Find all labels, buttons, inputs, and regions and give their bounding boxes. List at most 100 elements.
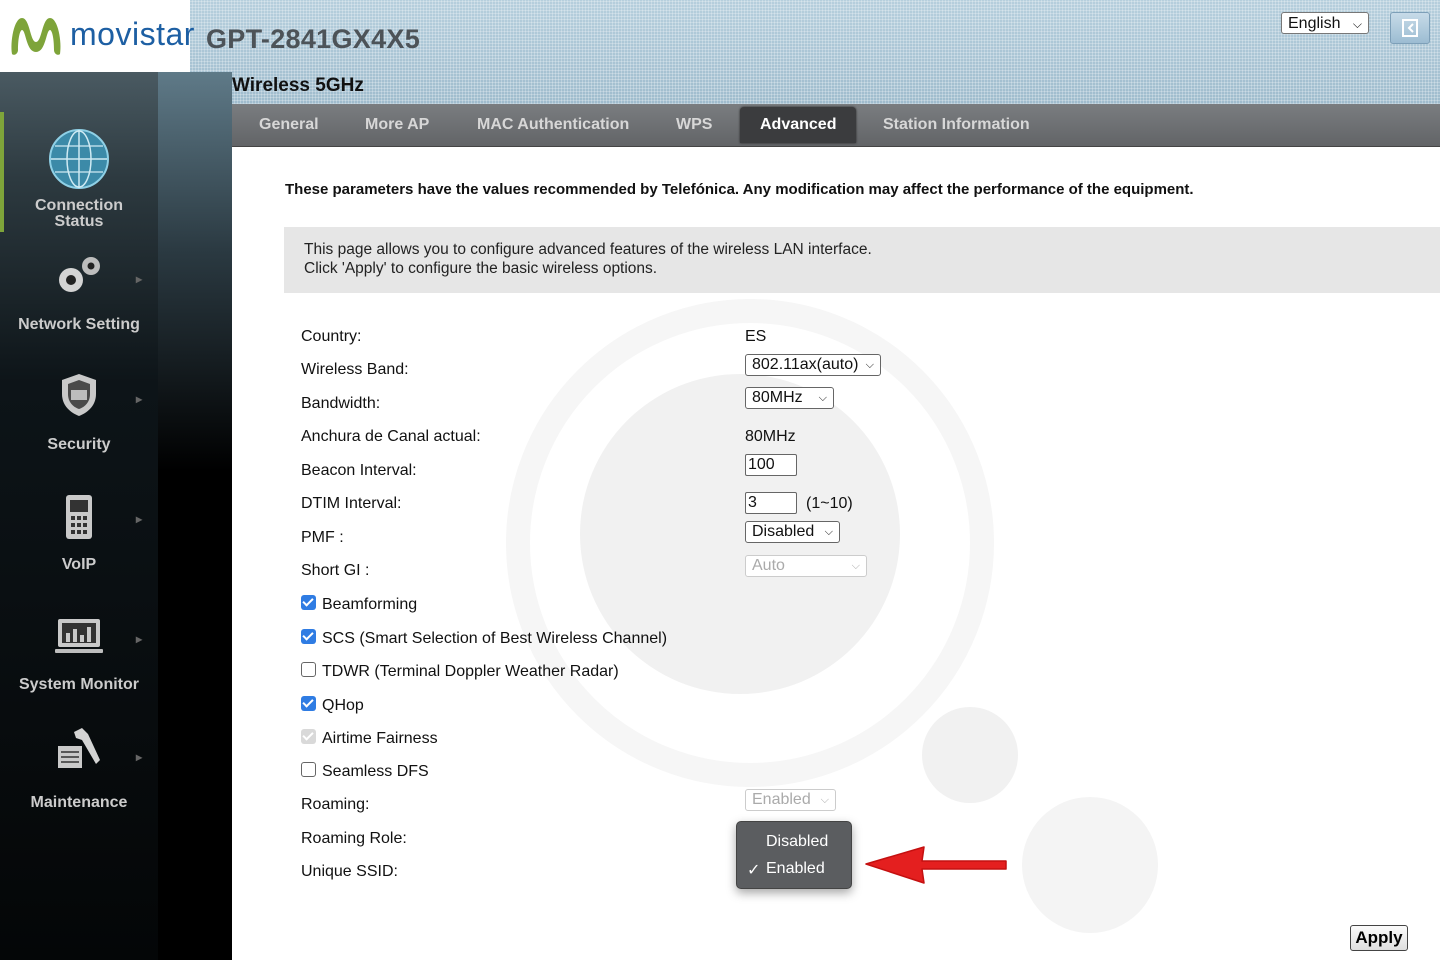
beacon-interval-input[interactable]: 100	[745, 454, 797, 476]
scs-checkbox-row[interactable]: SCS (Smart Selection of Best Wireless Ch…	[301, 629, 667, 648]
roaming-value: Enabled	[752, 791, 811, 808]
beamforming-checkbox-row[interactable]: Beamforming	[301, 595, 417, 614]
language-value: English	[1288, 15, 1341, 32]
chevron-down-icon: ⌵	[820, 794, 829, 806]
sidebar-item-security[interactable]: ▸ Security	[0, 372, 158, 454]
tab-bar: General More AP MAC Authentication WPS A…	[232, 104, 1440, 147]
tdwr-checkbox[interactable]	[301, 662, 316, 677]
seamless-dfs-checkbox-row[interactable]: Seamless DFS	[301, 762, 429, 781]
sidebar-item-connection-status[interactable]: Connection Status	[0, 128, 158, 230]
beamforming-checkbox[interactable]	[301, 595, 316, 610]
chevron-right-icon: ▸	[136, 632, 143, 646]
short-gi-value: Auto	[752, 557, 785, 574]
sidebar-item-label: Connection	[35, 197, 123, 214]
checkmark-icon: ✓	[747, 862, 761, 879]
chevron-right-icon: ▸	[136, 750, 143, 764]
country-value: ES	[745, 328, 767, 345]
tdwr-checkbox-row[interactable]: TDWR (Terminal Doppler Weather Radar)	[301, 662, 619, 681]
airtime-fairness-checkbox	[301, 729, 316, 744]
chevron-down-icon: ⌵	[1352, 17, 1362, 31]
sidebar-gradient	[158, 72, 232, 960]
roaming-select[interactable]: Enabled ⌵	[745, 789, 836, 811]
apply-button[interactable]: Apply	[1350, 925, 1408, 951]
short-gi-select[interactable]: Auto ⌵	[745, 555, 867, 577]
pmf-label: PMF :	[301, 529, 344, 546]
roaming-label: Roaming:	[301, 796, 370, 813]
chevron-down-icon: ⌵	[824, 526, 833, 538]
chevron-down-icon: ⌵	[865, 359, 874, 371]
checkbox-label: TDWR (Terminal Doppler Weather Radar)	[322, 663, 619, 680]
sidebar-item-network-setting[interactable]: ▸ Network Setting	[0, 252, 158, 334]
wireless-band-value: 802.11ax(auto)	[752, 356, 859, 373]
wireless-band-select[interactable]: 802.11ax(auto) ⌵	[745, 354, 881, 376]
checkbox-label: QHop	[322, 697, 364, 714]
seamless-dfs-checkbox[interactable]	[301, 762, 316, 777]
tab-advanced[interactable]: Advanced	[740, 107, 857, 143]
tab-general[interactable]: General	[259, 104, 319, 146]
dropdown-option-disabled[interactable]: Disabled	[766, 833, 828, 851]
movistar-m-logo-icon	[11, 18, 61, 55]
pmf-value: Disabled	[752, 523, 815, 540]
bandwidth-value: 80MHz	[752, 389, 803, 406]
chevron-right-icon: ▸	[136, 392, 143, 406]
chevron-down-icon: ⌵	[818, 392, 827, 404]
watermark-dot	[1022, 797, 1158, 933]
brand-name: movistar	[70, 16, 195, 52]
pmf-select[interactable]: Disabled ⌵	[745, 521, 840, 543]
checkbox-label: Seamless DFS	[322, 763, 429, 780]
dtim-interval-input[interactable]: 3	[745, 492, 797, 514]
country-label: Country:	[301, 328, 362, 345]
chevron-right-icon: ▸	[136, 272, 143, 286]
qhop-checkbox-row[interactable]: QHop	[301, 696, 364, 715]
phone-icon	[66, 495, 92, 539]
page-title: Wireless 5GHz	[232, 75, 364, 96]
checkbox-label: SCS (Smart Selection of Best Wireless Ch…	[322, 630, 668, 647]
tab-more-ap[interactable]: More AP	[365, 104, 429, 146]
shield-icon	[62, 374, 96, 416]
info-text-line1: This page allows you to configure advanc…	[304, 241, 872, 258]
sidebar-item-label: Security	[47, 436, 111, 453]
scs-checkbox[interactable]	[301, 629, 316, 644]
beacon-interval-label: Beacon Interval:	[301, 462, 417, 479]
short-gi-label: Short GI :	[301, 562, 370, 579]
tab-wps[interactable]: WPS	[676, 104, 712, 146]
wireless-band-label: Wireless Band:	[301, 361, 409, 378]
sidebar-item-voip[interactable]: ▸ VoIP	[0, 492, 158, 574]
sidebar-item-system-monitor[interactable]: ▸ System Monitor	[0, 616, 158, 694]
qhop-checkbox[interactable]	[301, 696, 316, 711]
exit-icon	[1402, 19, 1418, 37]
wrench-icon	[58, 728, 100, 768]
bandwidth-select[interactable]: 80MHz ⌵	[745, 387, 834, 409]
info-box: This page allows you to configure advanc…	[284, 227, 1440, 293]
sidebar-item-label: Maintenance	[30, 794, 128, 811]
checkbox-label: Beamforming	[322, 596, 418, 613]
sidebar-item-label: Network Setting	[18, 316, 140, 333]
bandwidth-label: Bandwidth:	[301, 395, 381, 412]
airtime-fairness-checkbox-row: Airtime Fairness	[301, 729, 438, 748]
unique-ssid-dropdown-menu: Disabled ✓ Enabled	[736, 821, 852, 889]
watermark-dot	[922, 707, 1018, 803]
chevron-right-icon: ▸	[136, 512, 143, 526]
sidebar-item-maintenance[interactable]: ▸ Maintenance	[0, 724, 158, 812]
channel-width-label: Anchura de Canal actual:	[301, 428, 481, 445]
red-arrow-icon	[865, 846, 1007, 884]
chevron-down-icon: ⌵	[851, 560, 860, 572]
dtim-interval-label: DTIM Interval:	[301, 495, 402, 512]
dropdown-option-enabled[interactable]: Enabled	[766, 860, 825, 878]
tab-station-information[interactable]: Station Information	[883, 104, 1030, 146]
gears-icon	[59, 257, 100, 292]
monitor-chart-icon	[55, 619, 103, 653]
tab-mac-authentication[interactable]: MAC Authentication	[477, 104, 629, 146]
info-text-line2: Click 'Apply' to configure the basic wir…	[304, 260, 658, 277]
channel-width-value: 80MHz	[745, 428, 796, 445]
warning-text: These parameters have the values recomme…	[285, 181, 1194, 198]
device-model: GPT-2841GX4X5	[206, 24, 421, 54]
logout-button[interactable]	[1390, 12, 1430, 44]
globe-icon	[49, 129, 109, 189]
language-select[interactable]: English ⌵	[1281, 12, 1369, 34]
unique-ssid-label: Unique SSID:	[301, 863, 398, 880]
sidebar-item-label: System Monitor	[18, 676, 139, 693]
brand-logo: movistar	[0, 0, 194, 72]
main-content: These parameters have the values recomme…	[232, 147, 1440, 960]
sidebar: Connection Status ▸ Network Setting ▸ Se…	[0, 72, 232, 960]
